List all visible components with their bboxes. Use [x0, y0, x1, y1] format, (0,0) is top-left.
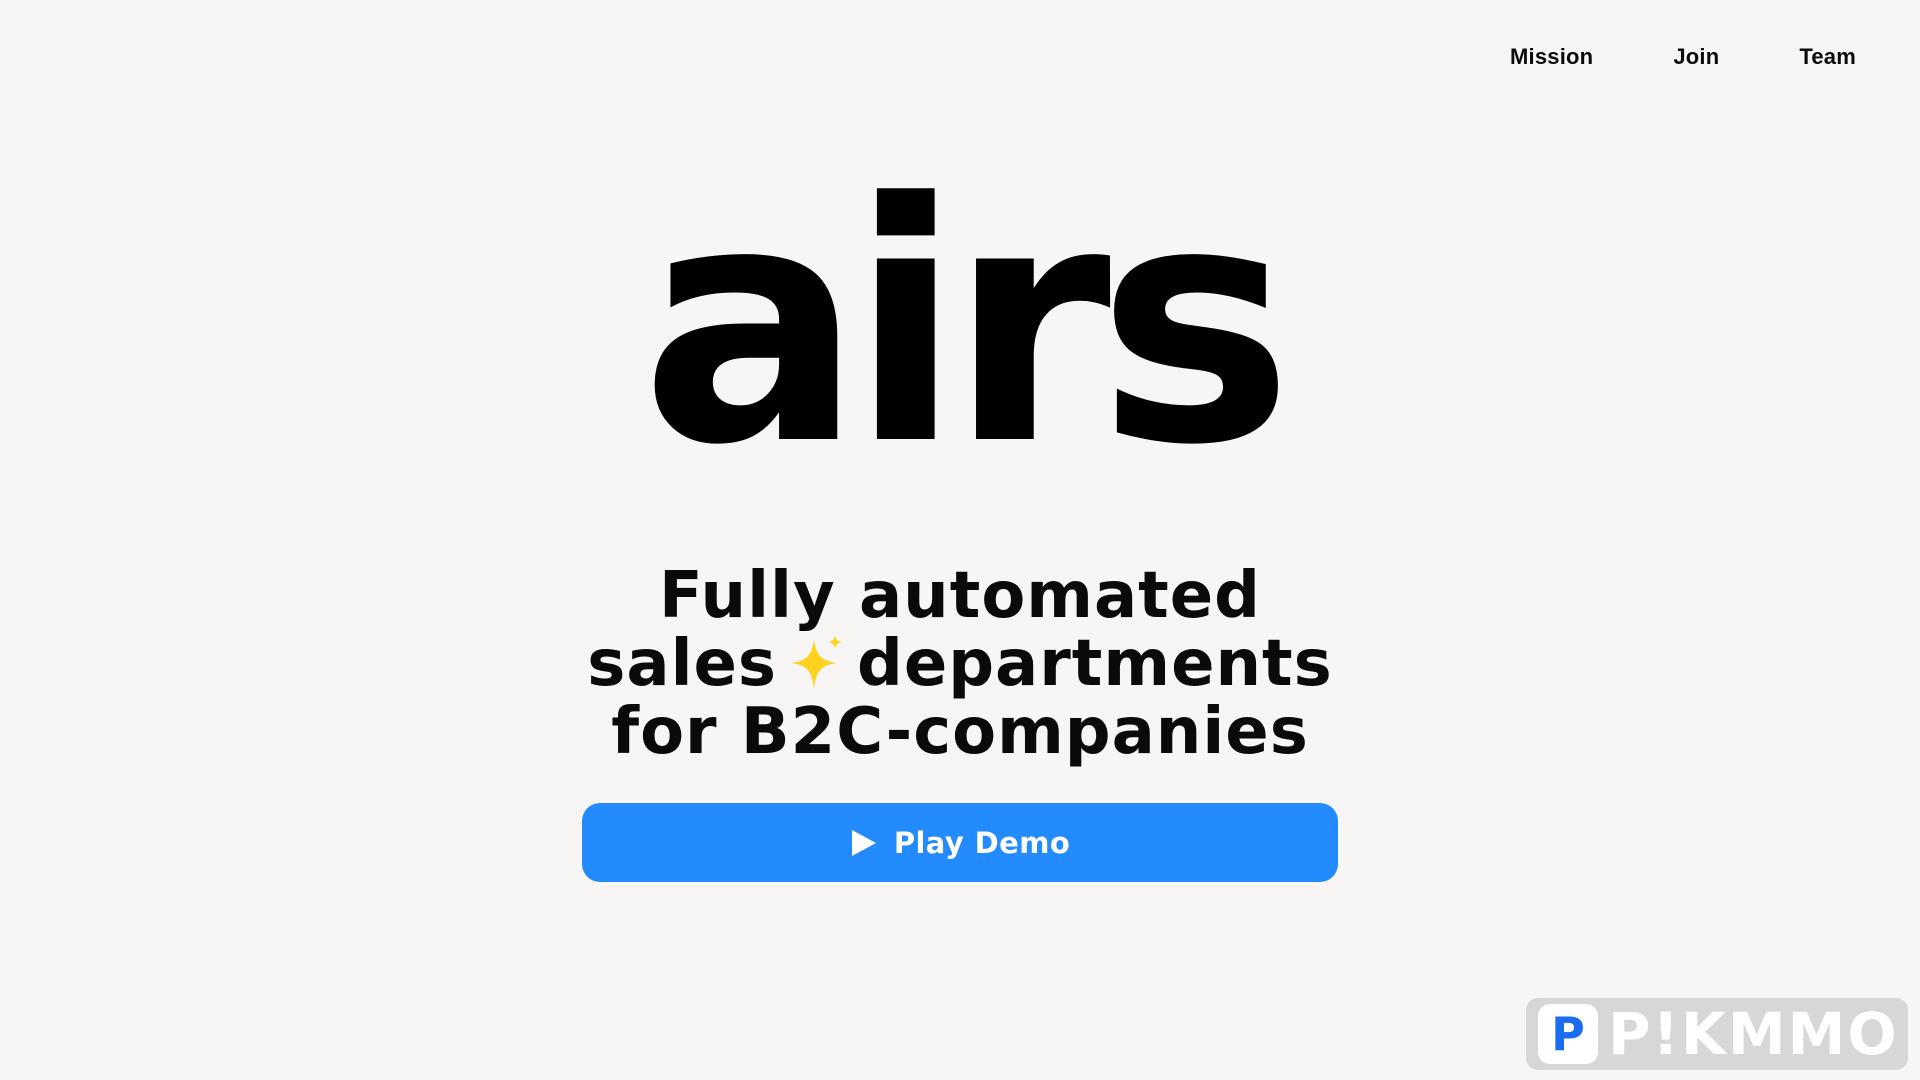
- play-demo-label: Play Demo: [893, 825, 1071, 860]
- sparkle-icon: [791, 635, 842, 689]
- tagline-line-3: for B2C-companies: [611, 695, 1309, 769]
- tagline-word-sales: sales: [587, 627, 777, 701]
- watermark-text: P!KMMO: [1608, 1000, 1899, 1068]
- tagline-line-2: sales departments: [0, 630, 1920, 698]
- watermark-badge: P: [1538, 1004, 1598, 1064]
- hero-section: airs Fully automated sales departments f…: [0, 0, 1920, 1080]
- brand-logo-text: airs: [640, 133, 1294, 517]
- hero-tagline: Fully automated sales departments for B2…: [0, 562, 1920, 766]
- tagline-word-departments: departments: [857, 627, 1333, 701]
- play-demo-button[interactable]: Play Demo: [582, 803, 1338, 882]
- tagline-line-1: Fully automated: [659, 559, 1261, 633]
- play-icon: [851, 829, 876, 856]
- watermark-badge-letter: P: [1551, 1007, 1585, 1061]
- pikmmo-watermark: P P!KMMO: [1526, 998, 1908, 1070]
